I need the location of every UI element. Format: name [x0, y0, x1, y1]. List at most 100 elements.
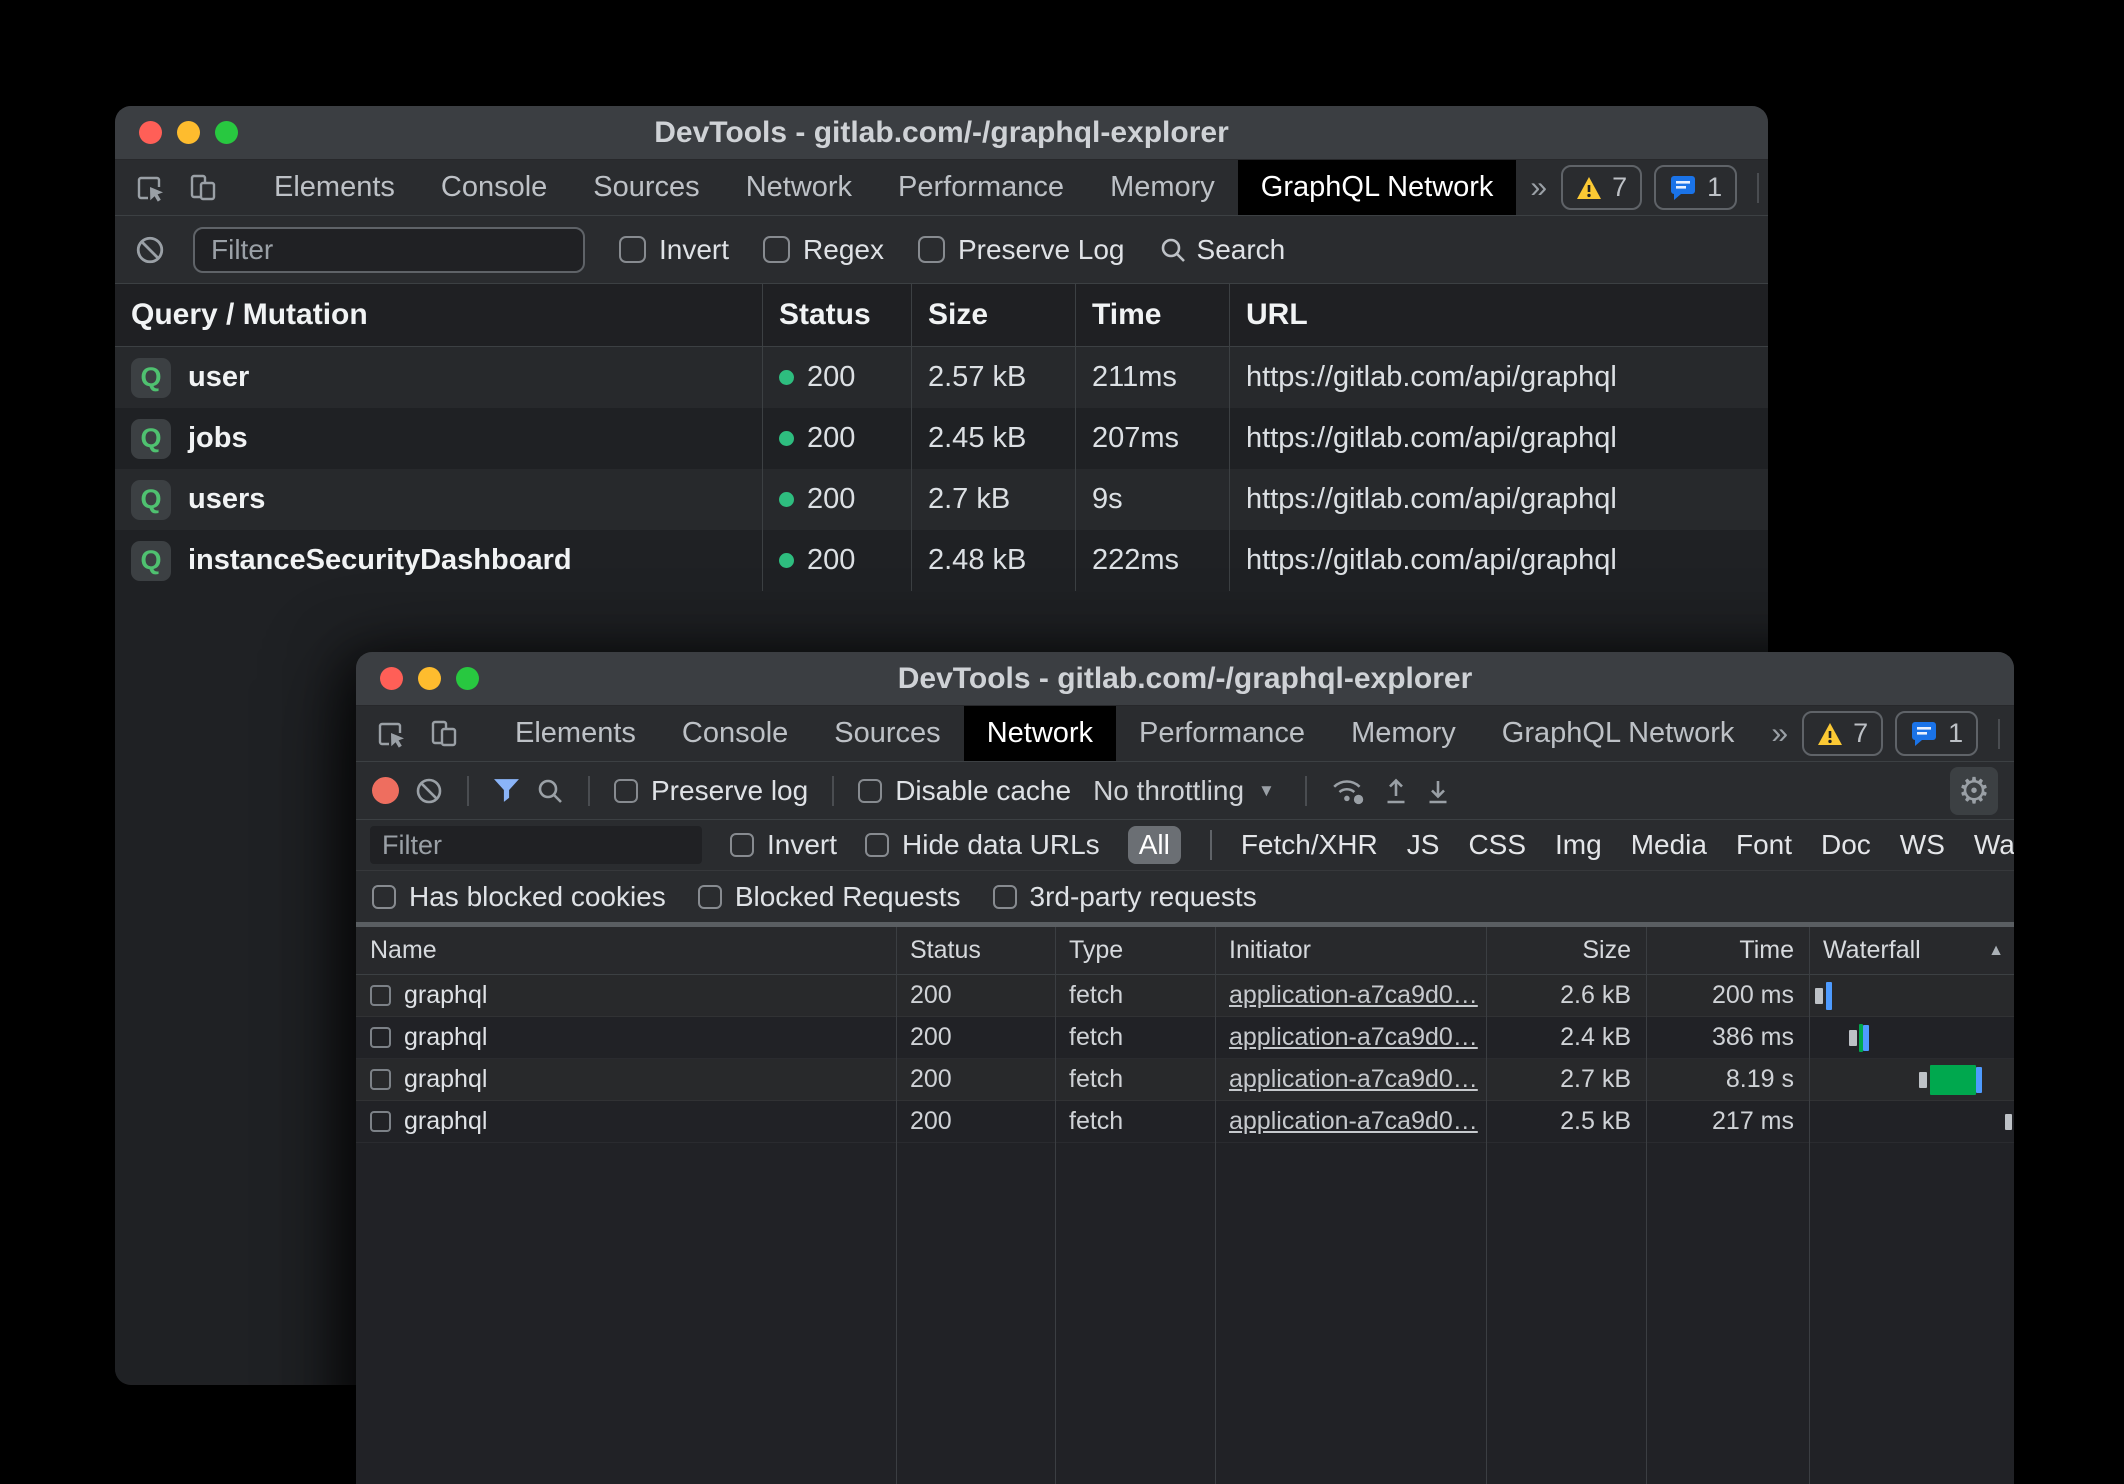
- clear-icon[interactable]: [135, 235, 165, 265]
- column-divider[interactable]: [1486, 927, 1487, 1484]
- network-conditions-icon[interactable]: [1331, 775, 1367, 807]
- type-filter-doc[interactable]: Doc: [1821, 829, 1871, 861]
- minimize-button[interactable]: [177, 121, 200, 144]
- minimize-button[interactable]: [418, 667, 441, 690]
- row-checkbox[interactable]: [370, 1027, 391, 1048]
- type-filter-media[interactable]: Media: [1631, 829, 1707, 861]
- initiator-link[interactable]: application-a7ca9d0…: [1229, 981, 1478, 1010]
- column-header-time[interactable]: Time: [1076, 284, 1230, 346]
- column-header-status[interactable]: Status: [896, 927, 1055, 974]
- column-header-status[interactable]: Status: [763, 284, 912, 346]
- tab-elements[interactable]: Elements: [492, 706, 659, 761]
- has-blocked-cookies-checkbox[interactable]: Has blocked cookies: [372, 881, 666, 913]
- clear-icon[interactable]: [415, 777, 443, 805]
- table-row[interactable]: Quser 200 2.57 kB 211ms https://gitlab.c…: [115, 347, 1768, 408]
- tab-performance[interactable]: Performance: [1116, 706, 1328, 761]
- initiator-link[interactable]: application-a7ca9d0…: [1229, 1107, 1478, 1136]
- table-row[interactable]: Qusers 200 2.7 kB 9s https://gitlab.com/…: [115, 469, 1768, 530]
- device-toolbar-icon[interactable]: [181, 166, 225, 210]
- tab-performance[interactable]: Performance: [875, 160, 1087, 215]
- checkbox[interactable]: [918, 236, 945, 263]
- table-row[interactable]: QinstanceSecurityDashboard 200 2.48 kB 2…: [115, 530, 1768, 591]
- tab-sources[interactable]: Sources: [811, 706, 963, 761]
- tab-network[interactable]: Network: [964, 706, 1116, 761]
- type-filter-css[interactable]: CSS: [1468, 829, 1526, 861]
- type-filter-js[interactable]: JS: [1407, 829, 1440, 861]
- column-divider[interactable]: [1055, 927, 1056, 1484]
- network-settings-button[interactable]: ⚙: [1950, 767, 1998, 815]
- warnings-badge[interactable]: 7: [1802, 711, 1883, 756]
- request-row[interactable]: graphql 200 fetch application-a7ca9d0… 2…: [356, 1017, 2014, 1059]
- zoom-button[interactable]: [456, 667, 479, 690]
- more-tabs-icon[interactable]: »: [1757, 706, 1802, 761]
- blocked-requests-checkbox[interactable]: Blocked Requests: [698, 881, 961, 913]
- filter-input[interactable]: [370, 826, 702, 864]
- column-header-query[interactable]: Query / Mutation: [115, 284, 763, 346]
- zoom-button[interactable]: [215, 121, 238, 144]
- column-divider[interactable]: [1809, 927, 1810, 1484]
- issues-badge[interactable]: 1: [1895, 711, 1978, 756]
- third-party-requests-checkbox[interactable]: 3rd-party requests: [993, 881, 1257, 913]
- filter-funnel-icon[interactable]: [493, 778, 520, 803]
- tab-memory[interactable]: Memory: [1087, 160, 1238, 215]
- tab-memory[interactable]: Memory: [1328, 706, 1479, 761]
- filter-input[interactable]: [193, 227, 585, 273]
- type-filter-font[interactable]: Font: [1736, 829, 1792, 861]
- tab-graphql-network[interactable]: GraphQL Network: [1479, 706, 1758, 761]
- close-button[interactable]: [380, 667, 403, 690]
- type-filter-all[interactable]: All: [1128, 826, 1181, 864]
- column-header-initiator[interactable]: Initiator: [1215, 927, 1486, 974]
- checkbox[interactable]: [614, 779, 638, 803]
- column-divider[interactable]: [896, 927, 897, 1484]
- column-header-type[interactable]: Type: [1055, 927, 1215, 974]
- row-checkbox[interactable]: [370, 1069, 391, 1090]
- device-toolbar-icon[interactable]: [422, 712, 466, 756]
- column-header-size[interactable]: Size: [1486, 927, 1646, 974]
- warnings-badge[interactable]: 7: [1561, 165, 1642, 210]
- request-row[interactable]: graphql 200 fetch application-a7ca9d0… 2…: [356, 975, 2014, 1017]
- throttling-dropdown[interactable]: No throttling ▼: [1087, 775, 1281, 807]
- close-button[interactable]: [139, 121, 162, 144]
- column-header-url[interactable]: URL: [1230, 284, 1768, 346]
- titlebar[interactable]: DevTools - gitlab.com/-/graphql-explorer: [356, 652, 2014, 706]
- column-header-size[interactable]: Size: [912, 284, 1076, 346]
- table-row[interactable]: Qjobs 200 2.45 kB 207ms https://gitlab.c…: [115, 408, 1768, 469]
- invert-checkbox[interactable]: Invert: [730, 829, 837, 861]
- checkbox[interactable]: [619, 236, 646, 263]
- record-button[interactable]: [372, 777, 399, 804]
- import-har-icon[interactable]: [1383, 777, 1409, 805]
- inspect-element-icon[interactable]: [370, 712, 414, 756]
- column-header-waterfall[interactable]: Waterfall ▲: [1809, 927, 2014, 974]
- checkbox[interactable]: [698, 885, 722, 909]
- initiator-link[interactable]: application-a7ca9d0…: [1229, 1065, 1478, 1094]
- regex-checkbox[interactable]: Regex: [763, 234, 884, 266]
- checkbox[interactable]: [763, 236, 790, 263]
- invert-checkbox[interactable]: Invert: [619, 234, 729, 266]
- request-row[interactable]: graphql 200 fetch application-a7ca9d0… 2…: [356, 1059, 2014, 1101]
- initiator-link[interactable]: application-a7ca9d0…: [1229, 1023, 1478, 1052]
- checkbox[interactable]: [730, 833, 754, 857]
- more-tabs-icon[interactable]: »: [1516, 160, 1561, 215]
- hide-data-urls-checkbox[interactable]: Hide data URLs: [865, 829, 1100, 861]
- disable-cache-checkbox[interactable]: Disable cache: [858, 775, 1071, 807]
- column-header-time[interactable]: Time: [1646, 927, 1809, 974]
- request-row[interactable]: graphql 200 fetch application-a7ca9d0… 2…: [356, 1101, 2014, 1143]
- column-header-name[interactable]: Name: [356, 927, 896, 974]
- row-checkbox[interactable]: [370, 1111, 391, 1132]
- column-divider[interactable]: [1215, 927, 1216, 1484]
- row-checkbox[interactable]: [370, 985, 391, 1006]
- checkbox[interactable]: [993, 885, 1017, 909]
- export-har-icon[interactable]: [1425, 777, 1451, 805]
- titlebar[interactable]: DevTools - gitlab.com/-/graphql-explorer: [115, 106, 1768, 160]
- issues-badge[interactable]: 1: [1654, 165, 1737, 210]
- search-button[interactable]: Search: [1159, 234, 1286, 266]
- type-filter-img[interactable]: Img: [1555, 829, 1602, 861]
- inspect-element-icon[interactable]: [129, 166, 173, 210]
- checkbox[interactable]: [858, 779, 882, 803]
- type-filter-ws[interactable]: WS: [1900, 829, 1945, 861]
- type-filter-fetch-xhr[interactable]: Fetch/XHR: [1241, 829, 1378, 861]
- preserve-log-checkbox[interactable]: Preserve log: [614, 775, 808, 807]
- checkbox[interactable]: [372, 885, 396, 909]
- preserve-log-checkbox[interactable]: Preserve Log: [918, 234, 1125, 266]
- search-icon[interactable]: [536, 777, 564, 805]
